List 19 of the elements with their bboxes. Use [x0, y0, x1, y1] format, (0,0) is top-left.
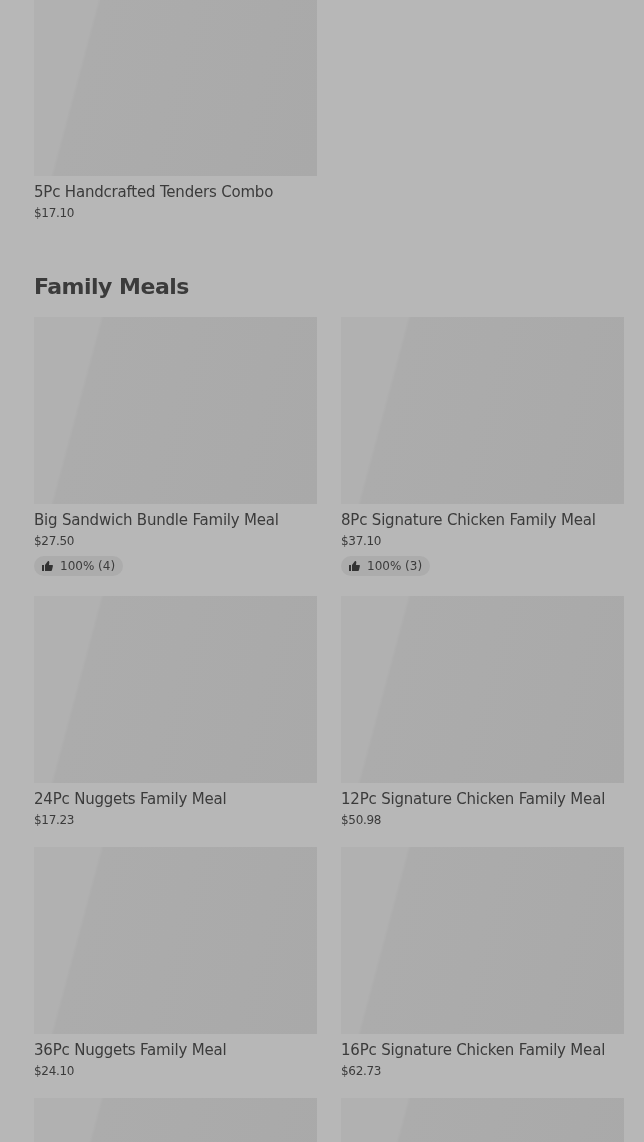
item-price: $17.10: [34, 206, 75, 220]
thumbs-up-icon: [349, 561, 360, 571]
item-name[interactable]: 24Pc Nuggets Family Meal: [34, 789, 227, 809]
item-name[interactable]: 36Pc Nuggets Family Meal: [34, 1040, 227, 1060]
item-price: $27.50: [34, 534, 75, 548]
item-name[interactable]: Big Sandwich Bundle Family Meal: [34, 510, 279, 530]
item-name[interactable]: 12Pc Signature Chicken Family Meal: [341, 789, 606, 809]
item-price: $62.73: [341, 1064, 382, 1078]
item-name[interactable]: 8Pc Signature Chicken Family Meal: [341, 510, 596, 530]
item-price: $24.10: [34, 1064, 75, 1078]
item-price: $37.10: [341, 534, 382, 548]
item-name[interactable]: 16Pc Signature Chicken Family Meal: [341, 1040, 606, 1060]
section-heading: Family Meals: [34, 274, 190, 299]
item-name[interactable]: 5Pc Handcrafted Tenders Combo: [34, 182, 274, 202]
item-price: $17.23: [34, 813, 75, 827]
rating-text: 100% (4): [60, 559, 116, 573]
rating-text: 100% (3): [367, 559, 423, 573]
thumbs-up-icon: [42, 561, 53, 571]
item-price: $50.98: [341, 813, 382, 827]
